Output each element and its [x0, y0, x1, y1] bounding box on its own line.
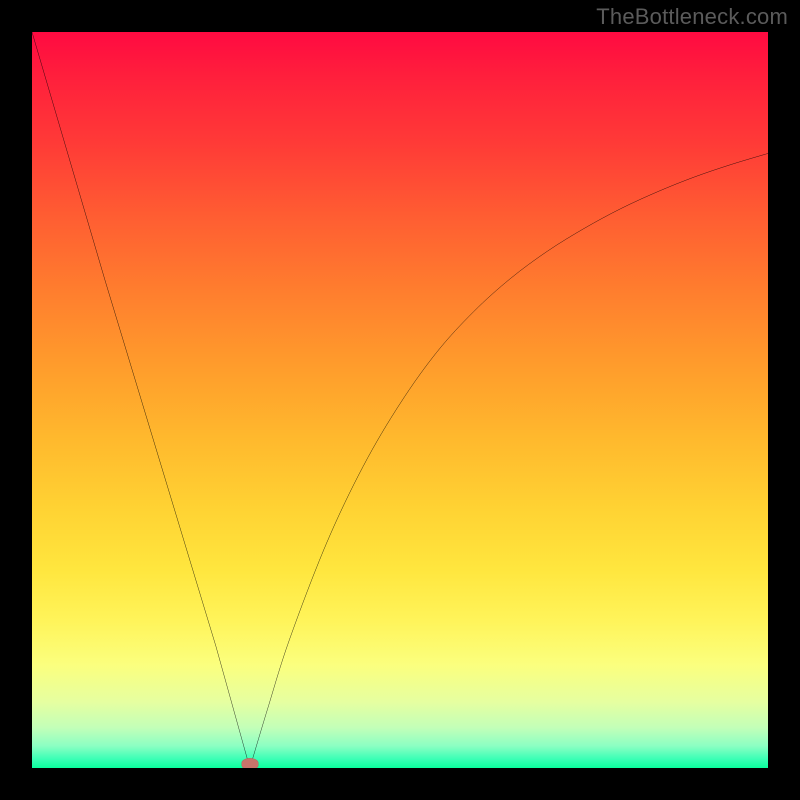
- chart-frame: TheBottleneck.com: [0, 0, 800, 800]
- plot-area: [32, 32, 768, 768]
- minimum-marker: [241, 758, 258, 768]
- curve-path: [32, 32, 768, 768]
- bottleneck-curve: [32, 32, 768, 768]
- watermark-text: TheBottleneck.com: [596, 4, 788, 30]
